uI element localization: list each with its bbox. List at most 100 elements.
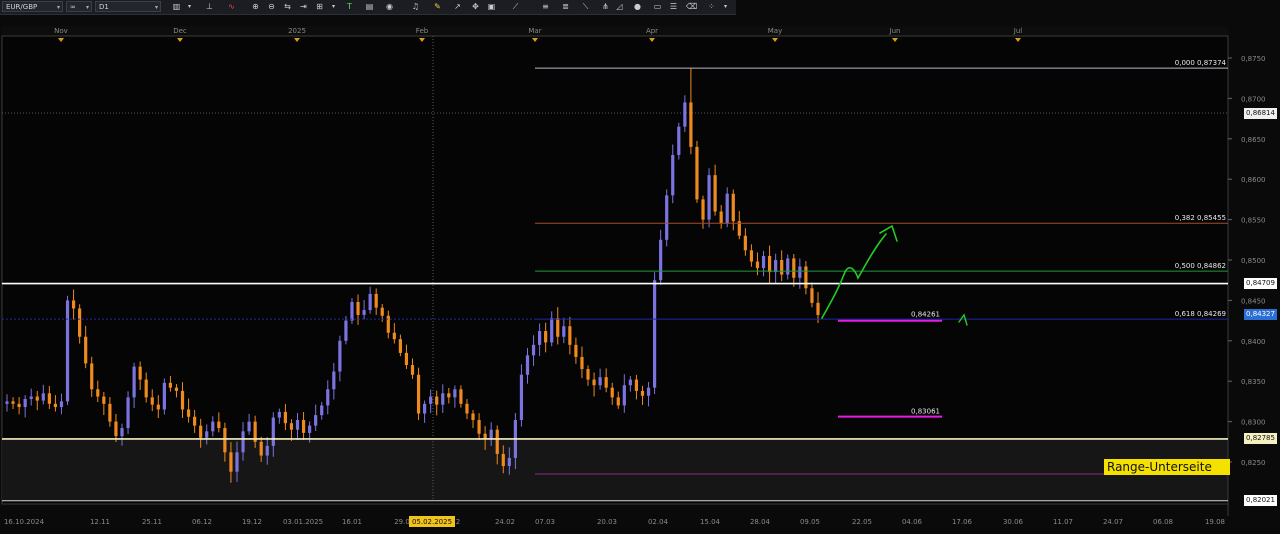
price-badge-current: 0,84327	[1244, 308, 1277, 320]
crosshair-icon[interactable]: ⊥	[204, 1, 215, 12]
move-icon[interactable]: ✥	[470, 1, 481, 12]
date-label: 02.04	[648, 518, 669, 526]
candle-body	[423, 403, 427, 414]
candle-body	[537, 331, 542, 345]
month-label: Feb	[416, 27, 429, 35]
template-icon[interactable]: ▤	[364, 1, 375, 12]
timeframe-selector[interactable]: D1 ▾	[95, 1, 161, 12]
candle-body	[634, 379, 639, 391]
zoom-out-icon[interactable]: ⊖	[266, 1, 277, 12]
candle-body	[707, 175, 711, 220]
candle-body	[59, 401, 64, 408]
candle-body	[156, 404, 160, 410]
link-selector[interactable]: ∞ ▾	[66, 1, 92, 12]
price-badge-yellow: 0,82785	[1244, 433, 1277, 445]
candle-body	[489, 429, 493, 440]
candle-body	[199, 425, 203, 438]
candle-body	[120, 428, 124, 437]
candle-body	[610, 387, 614, 398]
ray-icon[interactable]: ⟍	[580, 1, 591, 12]
candle-body	[114, 421, 118, 437]
list-icon[interactable]: ☰	[668, 1, 679, 12]
candle-body	[774, 260, 778, 273]
candle-body	[646, 387, 651, 396]
month-label: Nov	[54, 27, 68, 35]
candle-body	[5, 401, 9, 404]
date-label: 03.01.2025	[283, 518, 323, 526]
grid-icon[interactable]: ⊞	[314, 1, 325, 12]
candle-body	[568, 326, 572, 345]
autoscroll-icon[interactable]: ⇆	[282, 1, 293, 12]
candle-body	[441, 393, 445, 405]
candle-body	[749, 250, 754, 262]
date-label: 24.07	[1103, 518, 1123, 526]
month-label: Apr	[646, 27, 658, 35]
shape-icon[interactable]: ◿	[614, 1, 625, 12]
arrow-tool-icon[interactable]: ↗	[452, 1, 463, 12]
candle-body	[241, 431, 245, 453]
chart-toolbar: EUR/GBP ▾ ∞ ▾ D1 ▾ ▥ ▾ ⊥ ∿ ⊕ ⊖ ⇆ ⇥ ⊞ ▾ T ▤ …	[0, 0, 736, 15]
candle-body	[659, 239, 663, 281]
candle-body	[804, 266, 808, 289]
candle-body	[755, 261, 760, 269]
candle-body	[447, 393, 451, 398]
candle-body	[65, 300, 70, 402]
fib-icon[interactable]: ≣	[560, 1, 571, 12]
price-chart[interactable]: 0,000 0,87374 0,382 0,85455 0,500 0,84862 0…	[0, 0, 1280, 530]
label-tool-icon[interactable]: ▣	[486, 1, 497, 12]
candle-body	[652, 280, 657, 388]
symbol-selector[interactable]: EUR/GBP ▾	[2, 1, 63, 12]
candle-body	[308, 425, 312, 433]
chart-type-icon[interactable]: ▥	[171, 1, 182, 12]
candle-body	[477, 419, 481, 434]
candle-body	[174, 387, 179, 391]
chevron-down-icon[interactable]: ▾	[328, 1, 339, 12]
candle-body	[622, 385, 626, 406]
shift-icon[interactable]: ⇥	[298, 1, 309, 12]
date-label: 17.06	[952, 518, 973, 526]
price-tick-label: 0,8750	[1241, 55, 1266, 63]
candle-body	[17, 403, 21, 408]
candle-body	[78, 308, 82, 337]
indicator-icon[interactable]: ∿	[226, 1, 237, 12]
candle-body	[429, 396, 433, 404]
date-label: 09.05	[800, 518, 820, 526]
candle-body	[289, 423, 294, 430]
rectangle-icon[interactable]: ▭	[652, 1, 663, 12]
candle-body	[235, 452, 239, 472]
price-tick-label: 0,8700	[1241, 95, 1266, 103]
candle-body	[132, 366, 136, 398]
trendline-icon[interactable]: ⟋	[510, 1, 521, 12]
more-icon[interactable]: ⁘	[706, 1, 717, 12]
candle-body	[271, 417, 275, 446]
candle-body	[471, 413, 475, 420]
eraser-icon[interactable]: ⌫	[686, 1, 697, 12]
ellipse-icon[interactable]: ●	[632, 1, 643, 12]
candle-body	[725, 193, 729, 224]
candle-body	[23, 398, 27, 408]
zoom-in-icon[interactable]: ⊕	[250, 1, 261, 12]
camera-icon[interactable]: ◉	[384, 1, 395, 12]
chevron-down-icon[interactable]: ▾	[184, 1, 195, 12]
pencil-icon[interactable]: ✎	[432, 1, 443, 12]
date-label: 12.11	[90, 518, 110, 526]
candle-body	[301, 419, 306, 433]
price-badge-white: 0,84709	[1244, 278, 1277, 289]
channel-icon[interactable]: ≡	[540, 1, 551, 12]
candle-body	[604, 377, 608, 388]
fib-level-label: 0,500 0,84862	[1175, 262, 1226, 270]
candle-body	[628, 379, 632, 386]
candle-body	[368, 293, 372, 311]
chart-area[interactable]: 0,000 0,87374 0,382 0,85455 0,500 0,84862 0…	[0, 0, 1280, 530]
date-label: 19.12	[242, 518, 262, 526]
price-tick-label: 0,8600	[1241, 176, 1266, 184]
month-label: May	[768, 27, 782, 35]
candle-body	[416, 374, 421, 414]
text-tool-icon[interactable]: T	[344, 1, 355, 12]
candle-body	[332, 371, 336, 390]
candle-body	[816, 302, 820, 315]
chevron-down-icon[interactable]: ▾	[720, 1, 731, 12]
date-label: 06.12	[192, 518, 212, 526]
sound-icon[interactable]: ♫	[410, 1, 421, 12]
pitchfork-icon[interactable]: ⋔	[600, 1, 611, 12]
